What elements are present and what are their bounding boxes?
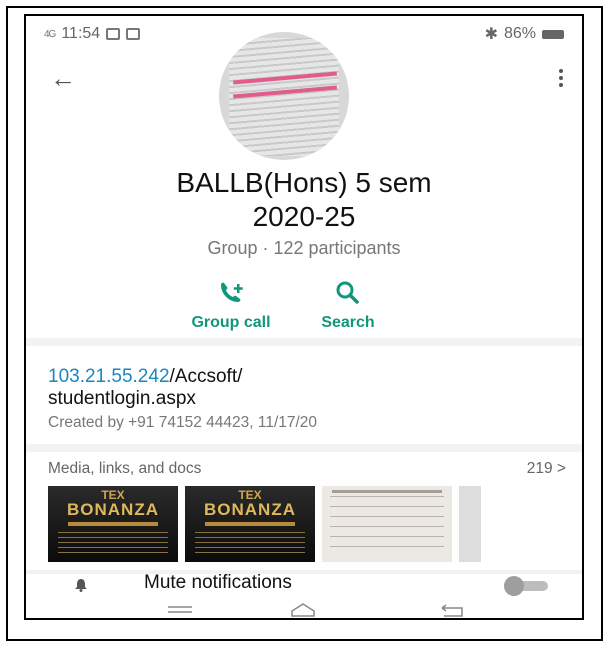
mute-notifications-label: Mute notifications [144,572,292,593]
home-icon[interactable] [288,602,318,618]
group-avatar[interactable] [219,32,349,160]
media-thumbnail[interactable] [459,486,481,562]
media-thumbnail[interactable]: TEX BONANZA [185,486,315,562]
media-thumbnail[interactable] [322,486,452,562]
battery-percentage: 86% [503,25,536,42]
group-participants: Group · 122 participants [207,238,401,258]
facebook-notification-icon [106,28,121,40]
created-by-text: Created by +91 74152 44423, 11/17/20 [48,414,318,431]
search-label: Search [321,314,375,331]
menu-icon[interactable] [166,602,194,618]
media-thumbnail[interactable]: TEX BONANZA [48,486,178,562]
mute-toggle[interactable] [504,576,552,596]
more-vert-icon[interactable] [554,64,568,92]
section-divider [26,444,582,452]
media-thumbnails: TEX BONANZA TEX BONANZA [48,486,582,562]
bluetooth-icon: ✱ [484,26,498,43]
section-divider [26,338,582,346]
group-description: 103.21.55.242/Accsoft/ studentlogin.aspx [48,366,548,410]
back-nav-icon[interactable] [438,602,468,618]
group-name: BALLB(Hons) 5 sem 2020-25 [176,167,432,232]
image-notification-icon [126,28,141,40]
arrow-left-icon[interactable]: ← [50,64,78,92]
navigation-bar [26,598,582,618]
group-call-label: Group call [191,314,271,331]
media-header[interactable]: Media, links, and docs 219 > [48,460,566,478]
description-link[interactable]: 103.21.55.242 [48,366,170,387]
status-time: 11:54 [61,25,101,42]
group-call-button[interactable]: Group call [176,278,286,332]
media-label: Media, links, and docs [48,460,202,477]
signal-icon: 4G [44,28,56,40]
search-button[interactable]: Search [302,278,394,332]
add-call-icon [215,278,247,308]
search-icon [334,278,362,308]
phone-screen: 4G 11:54 ✱ 86% ← BALLB(Hons) 5 sem 2020-… [24,14,584,620]
battery-icon [542,29,564,39]
bell-icon [75,579,87,592]
media-count[interactable]: 219 > [527,460,566,478]
